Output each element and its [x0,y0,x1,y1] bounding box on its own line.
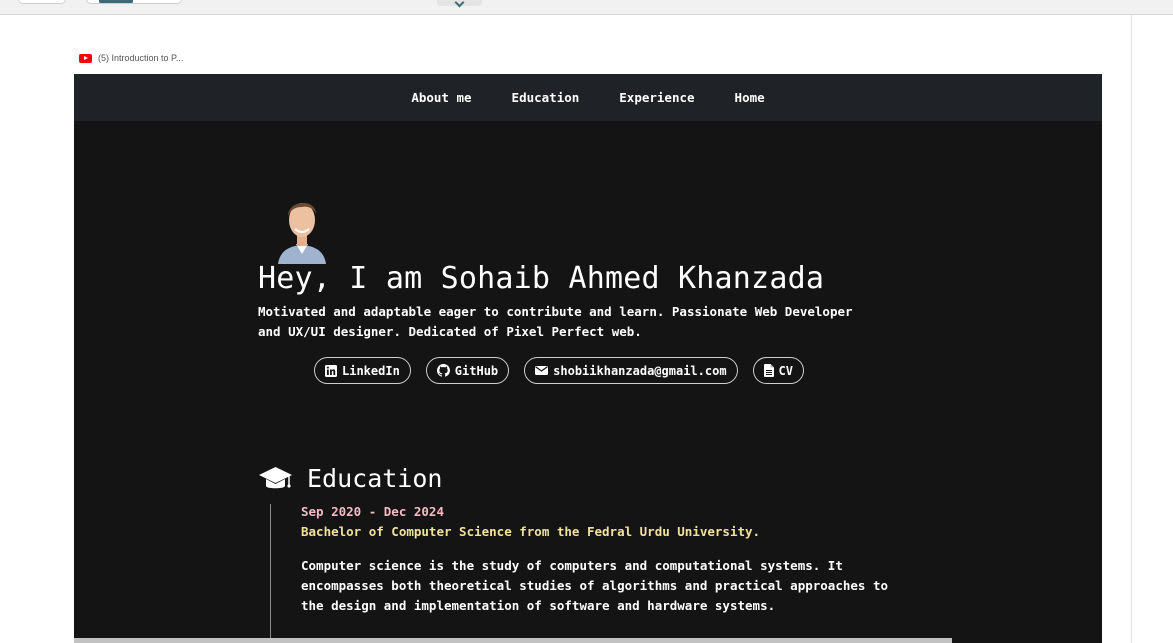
nav-education[interactable]: Education [512,90,580,105]
cv-button[interactable]: CV [752,357,804,384]
toolbar-toggle[interactable] [86,0,182,4]
document-icon [763,364,774,377]
email-label: shobiikhanzada@gmail.com [553,363,727,378]
portfolio-page: About me Education Experience Home Hey, … [74,74,1102,643]
linkedin-icon [325,364,337,377]
github-label: GitHub [454,363,499,378]
youtube-icon [79,53,92,63]
avatar [278,202,326,264]
cv-label: CV [778,363,793,378]
navbar: About me Education Experience Home [74,74,1102,121]
toolbar-dropdown[interactable] [437,0,482,8]
email-button[interactable]: shobiikhanzada@gmail.com [524,357,738,384]
nav-about-me[interactable]: About me [411,90,471,105]
hero-title: Hey, I am Sohaib Ahmed Khanzada [258,261,825,296]
bookmark-item[interactable]: (5) Introduction to P... [79,51,183,65]
nav-home[interactable]: Home [735,90,765,105]
envelope-icon [535,366,549,375]
hero-description: Motivated and adaptable eager to contrib… [258,304,853,339]
github-button[interactable]: GitHub [425,357,510,384]
timeline-line [270,504,271,643]
education-date: Sep 2020 - Dec 2024 [301,504,444,519]
horizontal-scrollbar[interactable] [74,638,952,643]
linkedin-button[interactable]: LinkedIn [314,357,411,384]
github-icon [436,364,450,377]
education-title: Education [307,464,443,493]
education-heading: Education [258,464,442,493]
bookmark-label: (5) Introduction to P... [98,53,184,63]
social-links: LinkedIn GitHub shobiikhanzada@gmail.com [314,357,804,384]
toolbar-button[interactable] [18,0,66,4]
page-divider [1131,15,1132,643]
education-degree: Bachelor of Computer Science from the Fe… [301,524,761,539]
browser-toolbar [0,0,1173,15]
graduation-cap-icon [259,466,292,488]
linkedin-label: LinkedIn [342,363,400,378]
chevron-down-icon [454,0,465,8]
nav-experience[interactable]: Experience [619,90,694,105]
education-description: Computer science is the study of compute… [301,558,888,613]
